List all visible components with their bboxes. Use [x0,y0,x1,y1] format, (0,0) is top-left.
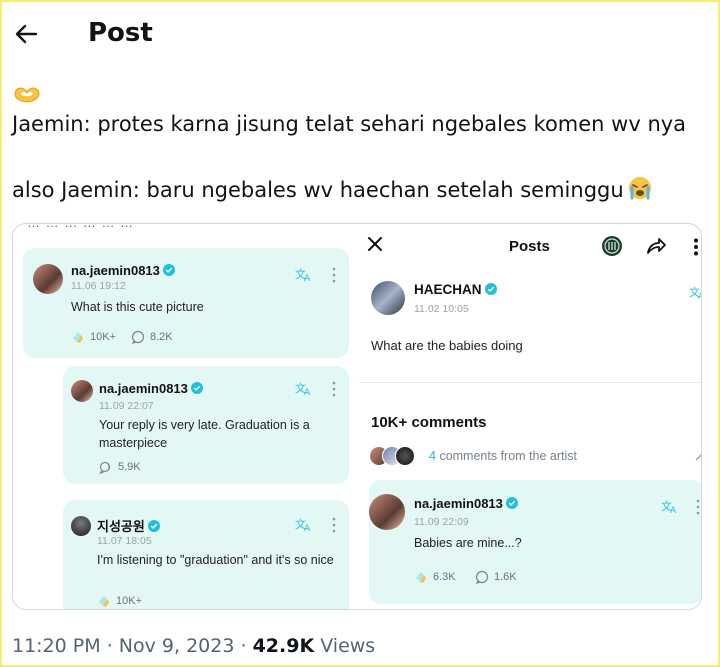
comment-username-text: na.jaemin0813 [71,263,160,278]
reply-count-text: 8.2K [150,331,173,343]
replies-icon [99,461,111,474]
attached-image[interactable]: … … … … … … na.jaemin0813 11.06 19:12 Wh… [12,223,702,610]
artist-reply-card: na.jaemin0813 11.09 22:09 Babies are min… [369,480,701,604]
comment-username-text: na.jaemin0813 [99,381,188,396]
like-count-text: 10K+ [90,331,116,343]
translate-icon[interactable]: 文A [661,498,679,514]
more-options-icon[interactable] [695,499,701,515]
separator: · [100,635,119,657]
more-vertical-icon[interactable] [693,238,699,256]
like-count-text: 6.3K [433,571,456,583]
post-timestamp: 11.02 10:05 [414,303,469,315]
reaction-icon [73,332,83,343]
close-icon[interactable] [365,234,385,254]
post-detail-panel: Posts HAECHAN 11.02 10:05 文A What are th… [359,224,702,609]
comment-username-text: 지성공원 [97,520,145,535]
more-options-icon[interactable] [331,267,337,283]
comment-bubble-icon [131,330,145,344]
comment-card-1: na.jaemin0813 11.06 19:12 What is this c… [23,248,349,358]
translate-icon[interactable]: 文A [295,516,313,532]
cropped-text: … … … … … … [27,224,134,230]
like-count[interactable]: 6.3K [414,570,456,584]
artist-avatar-3 [395,446,415,466]
page-title: Post [88,18,153,48]
reply-count-text: 1.6K [494,571,517,583]
svg-text:A: A [304,388,311,396]
svg-text:A: A [304,274,311,282]
verified-badge-icon [505,497,518,509]
reply-count[interactable]: 5.9K [99,460,141,474]
verified-badge-icon [190,382,203,394]
comment-bubble-icon [475,570,489,584]
loudly-crying-emoji-icon [628,177,651,200]
translate-icon[interactable]: 文A [689,284,702,300]
verified-badge-icon [147,520,160,532]
more-options-icon[interactable] [331,517,337,533]
tweet-text-line-2: also Jaemin: baru ngebales wv haechan se… [12,176,654,202]
shield-badge-icon[interactable] [601,235,623,257]
post-username-text: HAECHAN [414,282,482,297]
comment-card-3: 지성공원 11.07 18:05 I'm listening to "gradu… [63,500,349,609]
back-arrow-icon[interactable] [12,20,40,48]
translate-icon[interactable]: 文A [295,266,313,282]
post-username: HAECHAN [414,282,497,297]
comment-username: na.jaemin0813 [99,381,203,396]
avatar [369,494,405,530]
share-icon[interactable] [645,235,667,257]
svg-text:A: A [698,292,702,300]
post-date[interactable]: Nov 9, 2023 [119,635,235,657]
avatar [71,516,91,536]
comment-text: Your reply is very late. Graduation is a… [99,418,310,450]
post-text: What are the babies doing [371,338,523,353]
divider [359,382,701,383]
comment-timestamp: 11.07 18:05 [97,535,152,547]
panel-title: Posts [509,238,550,255]
comment-timestamp: 11.09 22:07 [99,400,154,412]
tweet-text-line-2-text: also Jaemin: baru ngebales wv haechan se… [12,178,624,202]
comments-count-heading: 10K+ comments [371,414,487,431]
like-count[interactable]: 10K+ [71,330,116,344]
reply-count[interactable]: 1.6K [475,570,517,584]
reply-username: na.jaemin0813 [414,496,518,511]
post-time[interactable]: 11:20 PM [12,635,101,657]
avatar [371,281,405,315]
comment-card-2: na.jaemin0813 11.09 22:07 Your reply is … [63,366,349,484]
artist-comments-note[interactable]: 4 comments from the artist [429,449,577,463]
svg-text:A: A [304,524,311,532]
reply-count-text: 5.9K [118,461,141,473]
more-options-icon[interactable] [331,381,337,397]
translate-icon[interactable]: 文A [295,380,313,396]
verified-badge-icon [484,283,497,295]
reply-count[interactable]: 8.2K [131,330,173,344]
verified-badge-icon [162,264,175,276]
reaction-icon [99,596,109,607]
chevron-up-icon[interactable] [695,452,702,462]
comment-username: na.jaemin0813 [71,263,175,278]
comment-username: 지성공원 [97,516,160,535]
comment-text: I'm listening to "graduation" and it's s… [97,553,334,567]
like-count-text: 10K+ [116,595,142,607]
header-bar: Post [2,2,718,66]
post-metadata: 11:20 PM · Nov 9, 2023 · 42.9K Views [12,635,375,657]
avatar [71,380,93,402]
views-label: Views [314,635,376,657]
like-count[interactable]: 10K+ [97,594,142,608]
reply-username-text: na.jaemin0813 [414,496,503,511]
avatar [33,264,63,294]
artist-comments-count: 4 [429,449,436,463]
artist-comments-text: comments from the artist [439,449,577,463]
reaction-icon [416,572,426,583]
reply-timestamp: 11.09 22:09 [414,516,469,528]
tweet-text-line-1: Jaemin: protes karna jisung telat sehari… [12,112,687,136]
comment-timestamp: 11.06 19:12 [71,280,126,292]
reply-text: Babies are mine...? [414,536,522,550]
svg-text:A: A [670,506,677,514]
comment-text: What is this cute picture [71,300,204,314]
heart-hands-emoji-icon [14,87,40,103]
separator: · [234,635,253,657]
views-count: 42.9K [252,635,315,657]
